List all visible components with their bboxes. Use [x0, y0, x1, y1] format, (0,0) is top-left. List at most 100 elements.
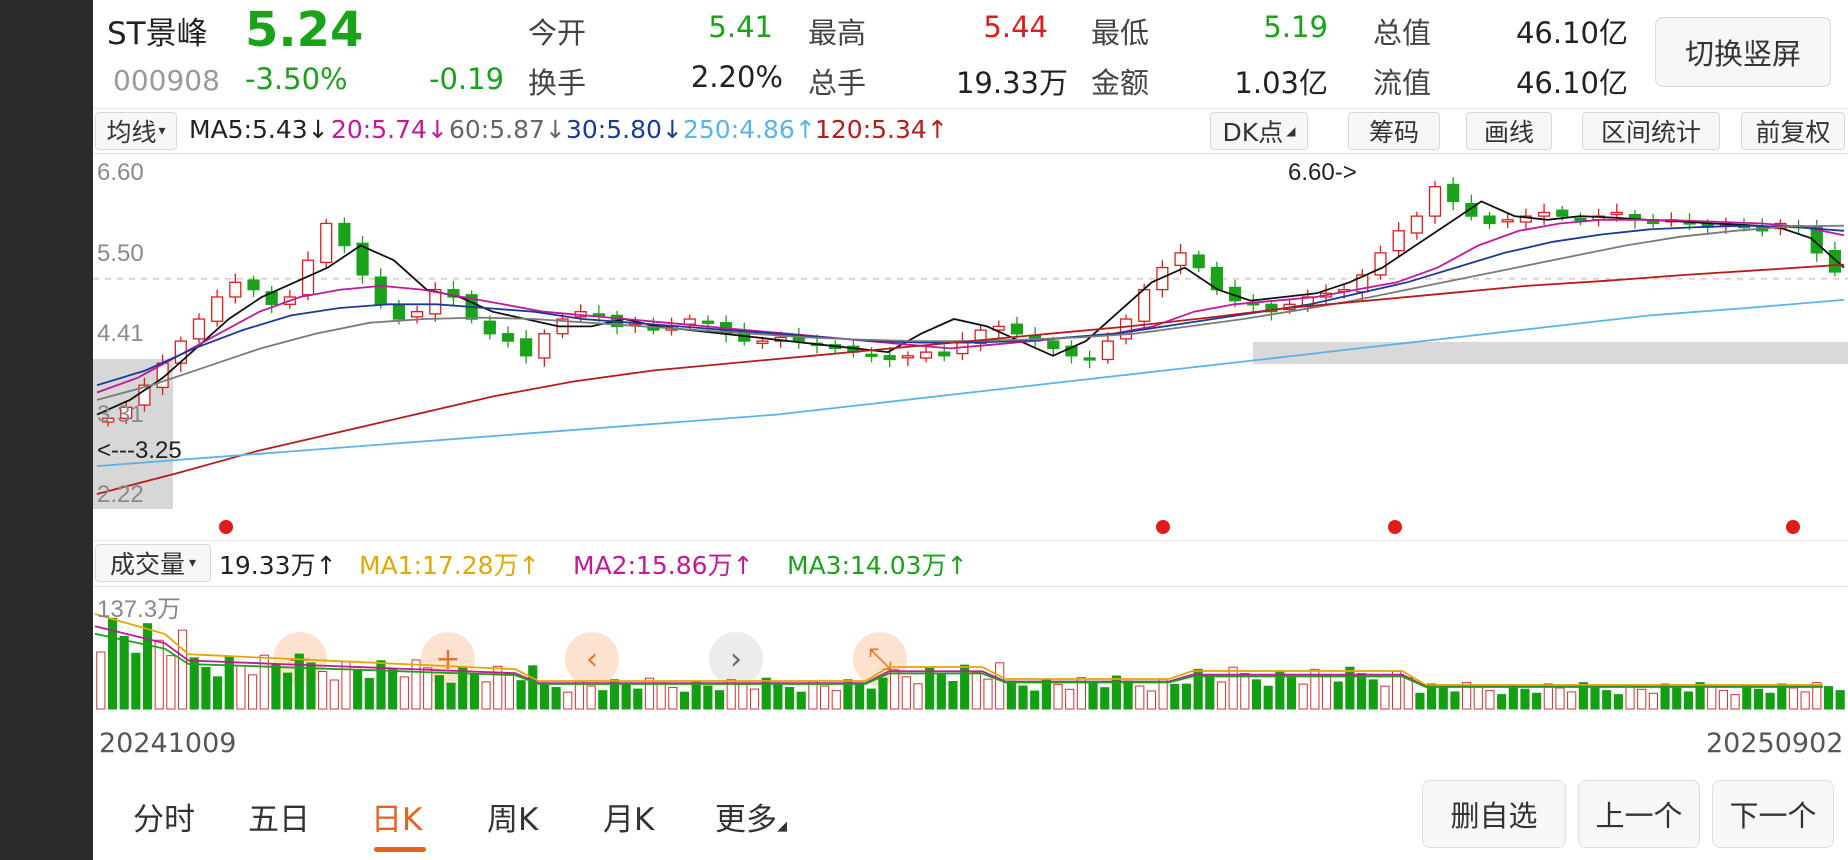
y-tick-label: 5.50 — [97, 240, 144, 267]
volume-bar — [189, 657, 199, 710]
range-stats-button[interactable]: 区间统计 — [1582, 112, 1720, 150]
volume-bar — [1158, 678, 1168, 710]
volume-bar — [1170, 683, 1180, 710]
volume-bar — [446, 682, 456, 710]
candle-body — [1483, 215, 1496, 225]
ma-line-ma5 — [96, 200, 1845, 416]
candle-body — [865, 353, 878, 357]
volume-selector-label: 成交量 — [109, 550, 185, 579]
label-turnover: 换手 — [528, 66, 587, 100]
active-tab-indicator — [374, 847, 426, 852]
volume-bar — [1602, 690, 1612, 710]
candle-body — [1101, 340, 1114, 361]
indicator-selector[interactable]: 均线 ▾ — [95, 112, 177, 150]
forward-adjust-button[interactable]: 前复权 — [1741, 112, 1845, 150]
volume-bar — [1006, 680, 1016, 710]
volume-bar — [423, 667, 433, 710]
volume-bar — [119, 635, 129, 710]
tab-intraday[interactable]: 分时 — [133, 794, 195, 839]
volume-bar — [1123, 680, 1133, 710]
volume-selector[interactable]: 成交量 ▾ — [95, 544, 211, 582]
tab-weekly-k[interactable]: 周K — [487, 794, 538, 839]
volume-bar — [318, 671, 328, 710]
tab-five-day[interactable]: 五日 — [248, 794, 310, 839]
kline-svg: 6.60 5.50 4.41 3.31 2.22 6.60-> <---3.25 — [93, 159, 1848, 509]
candle-body — [1828, 250, 1842, 273]
candle-body — [938, 351, 951, 357]
tab-monthly-k[interactable]: 月K — [603, 794, 654, 839]
volume-bar — [1625, 684, 1635, 710]
volume-bar — [306, 662, 316, 710]
tab-daily-k[interactable]: 日K — [371, 794, 422, 839]
min-price-annotation: <---3.25 — [97, 437, 182, 464]
volume-bar — [1508, 684, 1518, 710]
volume-bar — [1030, 690, 1040, 710]
volume-bar — [1205, 675, 1215, 710]
label-low: 最低 — [1091, 16, 1150, 50]
candle-body — [1119, 318, 1133, 340]
volume-bar — [388, 668, 398, 710]
candle-body — [1410, 215, 1423, 234]
candle-body — [1610, 211, 1623, 216]
volume-bar — [749, 688, 760, 710]
previous-stock-button[interactable]: 上一个 — [1578, 780, 1700, 848]
volume-svg: 137.3万 — [94, 596, 1845, 710]
volume-bar — [353, 669, 363, 710]
volume-bar — [1485, 690, 1495, 710]
dropdown-icon: ▾ — [188, 555, 197, 571]
candle-body — [919, 351, 933, 359]
y-tick-label: 4.41 — [97, 320, 144, 347]
remove-watchlist-button[interactable]: 删自选 — [1422, 780, 1566, 848]
volume-bar — [528, 665, 538, 710]
volume-bar — [96, 651, 106, 710]
stock-price: 5.24 — [245, 2, 364, 58]
candle-body — [320, 222, 333, 264]
volume-bar — [1240, 673, 1250, 710]
volume-bar — [633, 688, 643, 710]
volume-bar — [329, 679, 339, 710]
label-amount: 金额 — [1091, 66, 1150, 100]
volume-ma3: MA3:14.03万↑ — [787, 551, 968, 580]
volume-bar — [1053, 683, 1063, 710]
stock-app: ST景峰 5.24 000908 -3.50% -0.19 今开 5.41 最高… — [93, 0, 1848, 860]
dk-point-button[interactable]: DK点 ◢ — [1210, 112, 1308, 150]
tab-more[interactable]: 更多◢ — [715, 794, 787, 839]
max-price-annotation: 6.60-> — [1288, 159, 1357, 186]
volume-bar — [1415, 692, 1425, 710]
volume-bar — [714, 690, 725, 710]
kline-chart[interactable]: 6.605.504.413.312.22 6.60-> <---3.25 − +… — [93, 153, 1848, 686]
volume-bar — [773, 682, 783, 710]
volume-bar — [1835, 690, 1845, 710]
volume-bar — [434, 675, 444, 710]
volume-bar — [819, 685, 830, 710]
candle-body — [1010, 323, 1024, 335]
volume-bar — [784, 687, 795, 710]
candle-body — [392, 303, 406, 320]
next-stock-button[interactable]: 下一个 — [1712, 780, 1834, 848]
volume-chart[interactable]: 137.3万 — [93, 586, 1848, 719]
volume-bar — [1146, 690, 1157, 710]
volume-bar — [1800, 691, 1810, 710]
chips-button[interactable]: 筹码 — [1348, 112, 1440, 150]
volume-bar — [1403, 677, 1413, 710]
volume-bar — [1555, 687, 1565, 710]
candle-body — [338, 222, 351, 247]
volume-bar — [1730, 694, 1740, 710]
screen: ST景峰 5.24 000908 -3.50% -0.19 今开 5.41 最高… — [0, 0, 1848, 860]
volume-bar — [971, 671, 981, 710]
volume-bar — [1753, 688, 1764, 710]
volume-ma1: MA1:17.28万↑ — [359, 551, 540, 580]
draw-line-button[interactable]: 画线 — [1466, 112, 1552, 150]
candle-body — [229, 281, 242, 298]
candle-body — [701, 320, 715, 324]
dropdown-icon: ▾ — [158, 123, 166, 139]
switch-portrait-button[interactable]: 切换竖屏 — [1655, 17, 1831, 87]
volume-bar — [586, 685, 596, 710]
volume-bar — [1333, 681, 1343, 710]
volume-bar — [1648, 692, 1658, 710]
volume-bar — [166, 655, 176, 710]
candle-body — [1537, 211, 1551, 217]
candle-body — [1392, 230, 1405, 252]
candle-body — [756, 340, 769, 344]
volume-bar — [1450, 691, 1460, 710]
